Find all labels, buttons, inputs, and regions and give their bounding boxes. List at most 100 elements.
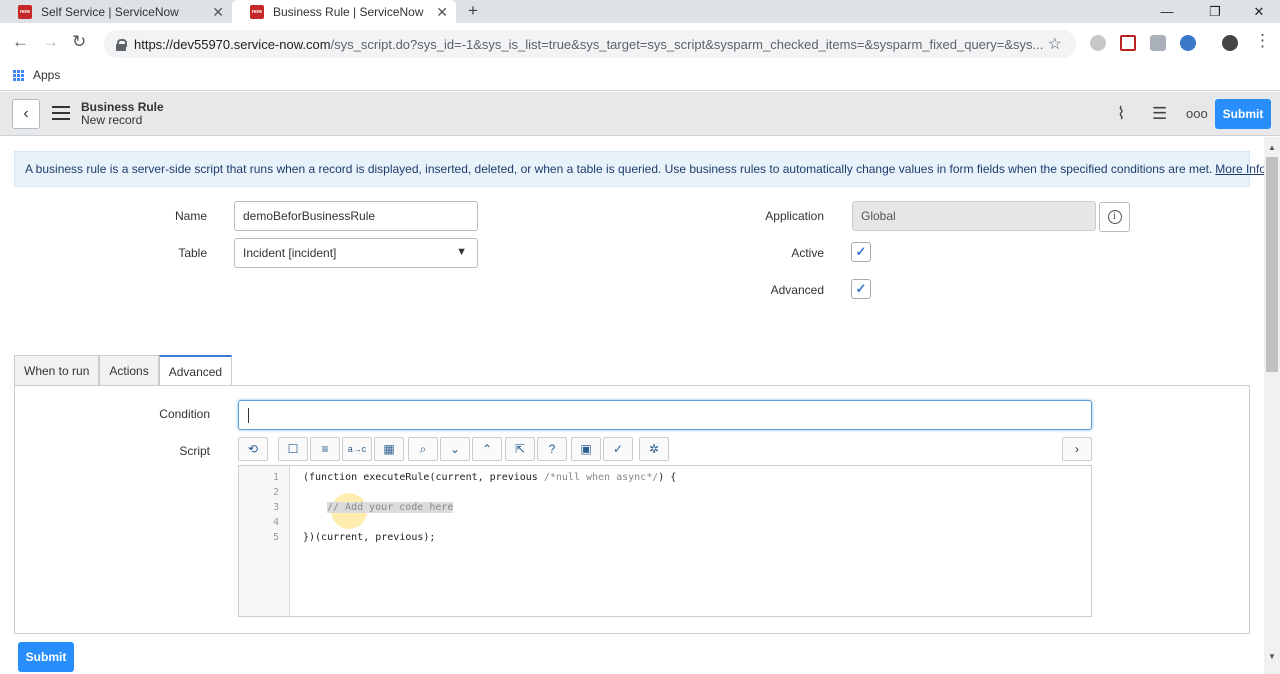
application-label: Application xyxy=(765,209,824,223)
table-label: Table xyxy=(178,246,207,260)
line-number-gutter: 1 2 3 4 5 xyxy=(239,466,290,616)
browser-tab-bar: now Self Service | ServiceNow ✕ now Busi… xyxy=(0,0,1280,23)
active-checkbox[interactable]: ✓ xyxy=(851,242,871,262)
page-scrollbar[interactable]: ▲ ▼ xyxy=(1264,137,1280,674)
code-line-5: })(current, previous); xyxy=(303,532,436,543)
tab-when-to-run[interactable]: When to run xyxy=(14,355,100,386)
script-label: Script xyxy=(179,444,210,458)
fullscreen-icon[interactable]: ⇱ xyxy=(505,437,535,461)
dropdown-arrow-icon: ▼ xyxy=(456,246,467,258)
selected-comment: // Add your code here xyxy=(327,502,454,513)
lock-icon xyxy=(116,38,127,51)
table-select[interactable]: Incident [incident] ▼ xyxy=(234,238,478,268)
servicenow-favicon-icon: now xyxy=(250,4,264,19)
browser-tab-business-rule[interactable]: now Business Rule | ServiceNow ✕ xyxy=(232,0,456,23)
hamburger-menu-icon[interactable] xyxy=(52,106,70,120)
star-extension-icon[interactable] xyxy=(1180,35,1196,51)
find-previous-icon[interactable]: ⌃ xyxy=(472,437,502,461)
attachment-paperclip-icon[interactable]: ⌇ xyxy=(1117,104,1125,124)
form-subtitle: New record xyxy=(81,113,143,127)
replace-icon[interactable]: a→c xyxy=(342,437,372,461)
servicenow-favicon-icon: now xyxy=(18,4,32,19)
browser-tab-self-service[interactable]: now Self Service | ServiceNow ✕ xyxy=(0,0,232,23)
form-content: A business rule is a server-side script … xyxy=(0,137,1266,674)
name-input[interactable]: demoBeforBusinessRule xyxy=(234,201,478,231)
debug-icon[interactable]: ✲ xyxy=(639,437,669,461)
submit-button-bottom[interactable]: Submit xyxy=(18,642,74,672)
reload-icon[interactable]: ↻ xyxy=(72,32,86,52)
line-number: 5 xyxy=(272,532,279,543)
apps-bookmark[interactable]: Apps xyxy=(13,68,60,82)
syntax-check-icon[interactable]: ✓ xyxy=(603,437,633,461)
shield-extension-icon[interactable] xyxy=(1150,35,1166,51)
line-number: 1 xyxy=(272,472,279,483)
back-arrow-icon[interactable]: ← xyxy=(12,32,29,52)
close-tab-icon[interactable]: ✕ xyxy=(436,4,448,21)
forward-arrow-icon[interactable]: → xyxy=(42,32,59,52)
tab-advanced[interactable]: Advanced xyxy=(158,355,233,386)
more-options-icon[interactable]: ooo xyxy=(1186,106,1208,121)
line-number: 2 xyxy=(272,487,279,498)
chevron-left-icon: ‹ xyxy=(23,105,29,122)
save-icon[interactable]: ▣ xyxy=(571,437,601,461)
scroll-up-icon[interactable]: ▲ xyxy=(1268,143,1276,152)
form-section-tabs: When to run Actions Advanced xyxy=(14,355,233,386)
checkmark-icon: ✓ xyxy=(855,281,867,296)
name-label: Name xyxy=(174,209,207,223)
replace-all-icon[interactable]: ▦ xyxy=(374,437,404,461)
comment-icon[interactable]: ☐ xyxy=(278,437,308,461)
help-icon[interactable]: ? xyxy=(537,437,567,461)
script-editor[interactable]: 1 2 3 4 5 (function executeRule(current,… xyxy=(238,465,1092,617)
more-info-link[interactable]: More Info xyxy=(1215,162,1266,176)
restore-icon[interactable]: ❐ xyxy=(1192,0,1238,23)
minimize-icon[interactable]: — xyxy=(1144,0,1190,23)
condition-label: Condition xyxy=(159,407,210,421)
info-message: A business rule is a server-side script … xyxy=(14,151,1266,187)
advanced-checkbox[interactable]: ✓ xyxy=(851,279,871,299)
extension-icon[interactable] xyxy=(1090,35,1106,51)
toggle-syntax-icon[interactable]: ⟲ xyxy=(238,437,268,461)
close-tab-icon[interactable]: ✕ xyxy=(212,4,224,21)
search-icon[interactable]: ⌕ xyxy=(408,437,438,461)
chevron-right-icon[interactable]: › xyxy=(1062,437,1092,461)
url-path: /sys_script.do?sys_id=-1&sys_is_list=tru… xyxy=(330,36,1044,52)
form-header: ‹ Business Rule New record ⌇ ☰ ooo Submi… xyxy=(0,92,1280,136)
tab-actions[interactable]: Actions xyxy=(99,355,159,386)
settings-sliders-icon[interactable]: ☰ xyxy=(1152,104,1167,124)
scrollbar-thumb[interactable] xyxy=(1266,157,1278,372)
tab-title: Self Service | ServiceNow xyxy=(41,4,179,19)
line-number: 3 xyxy=(272,502,279,513)
form-title: Business Rule xyxy=(81,100,164,114)
url-host: https://dev55970.service-now.com xyxy=(134,36,331,52)
submit-button-top[interactable]: Submit xyxy=(1215,99,1271,129)
info-icon: i xyxy=(1107,210,1122,224)
url-field[interactable]: https://dev55970.service-now.com /sys_sc… xyxy=(104,30,1076,58)
line-number: 4 xyxy=(272,517,279,528)
application-field: Global xyxy=(852,201,1096,231)
text-caret xyxy=(248,408,249,423)
new-tab-icon[interactable]: + xyxy=(468,1,478,21)
advanced-label: Advanced xyxy=(770,283,824,297)
scroll-down-icon[interactable]: ▼ xyxy=(1268,652,1276,661)
apps-grid-icon xyxy=(13,69,24,81)
browser-menu-icon[interactable]: ⋮ xyxy=(1254,31,1271,51)
code-line-1: (function executeRule(current, previous … xyxy=(303,472,677,483)
active-label: Active xyxy=(791,246,824,260)
info-text: A business rule is a server-side script … xyxy=(25,162,1213,176)
find-next-icon[interactable]: ⌄ xyxy=(440,437,470,461)
bookmark-star-icon[interactable]: ☆ xyxy=(1048,34,1062,54)
tab-title: Business Rule | ServiceNow xyxy=(273,4,424,19)
address-bar-row: ← → ↻ https://dev55970.service-now.com /… xyxy=(0,23,1280,63)
form-back-button[interactable]: ‹ xyxy=(12,99,40,129)
profile-avatar-icon[interactable] xyxy=(1222,35,1238,51)
condition-input[interactable] xyxy=(238,400,1092,430)
checkmark-icon: ✓ xyxy=(855,244,867,259)
apps-label: Apps xyxy=(33,68,61,82)
window-close-icon[interactable]: ✕ xyxy=(1236,0,1280,23)
bookmarks-bar: Apps xyxy=(0,63,1280,91)
pocket-extension-icon[interactable] xyxy=(1120,35,1136,51)
application-info-button[interactable]: i xyxy=(1099,202,1130,232)
script-editor-toolbar: ⟲ ☐ ≡ a→c ▦ ⌕ ⌄ ⌃ ⇱ ? ▣ ✓ ✲ › xyxy=(238,437,1092,461)
code-line-3: // Add your code here xyxy=(327,502,454,513)
format-code-icon[interactable]: ≡ xyxy=(310,437,340,461)
